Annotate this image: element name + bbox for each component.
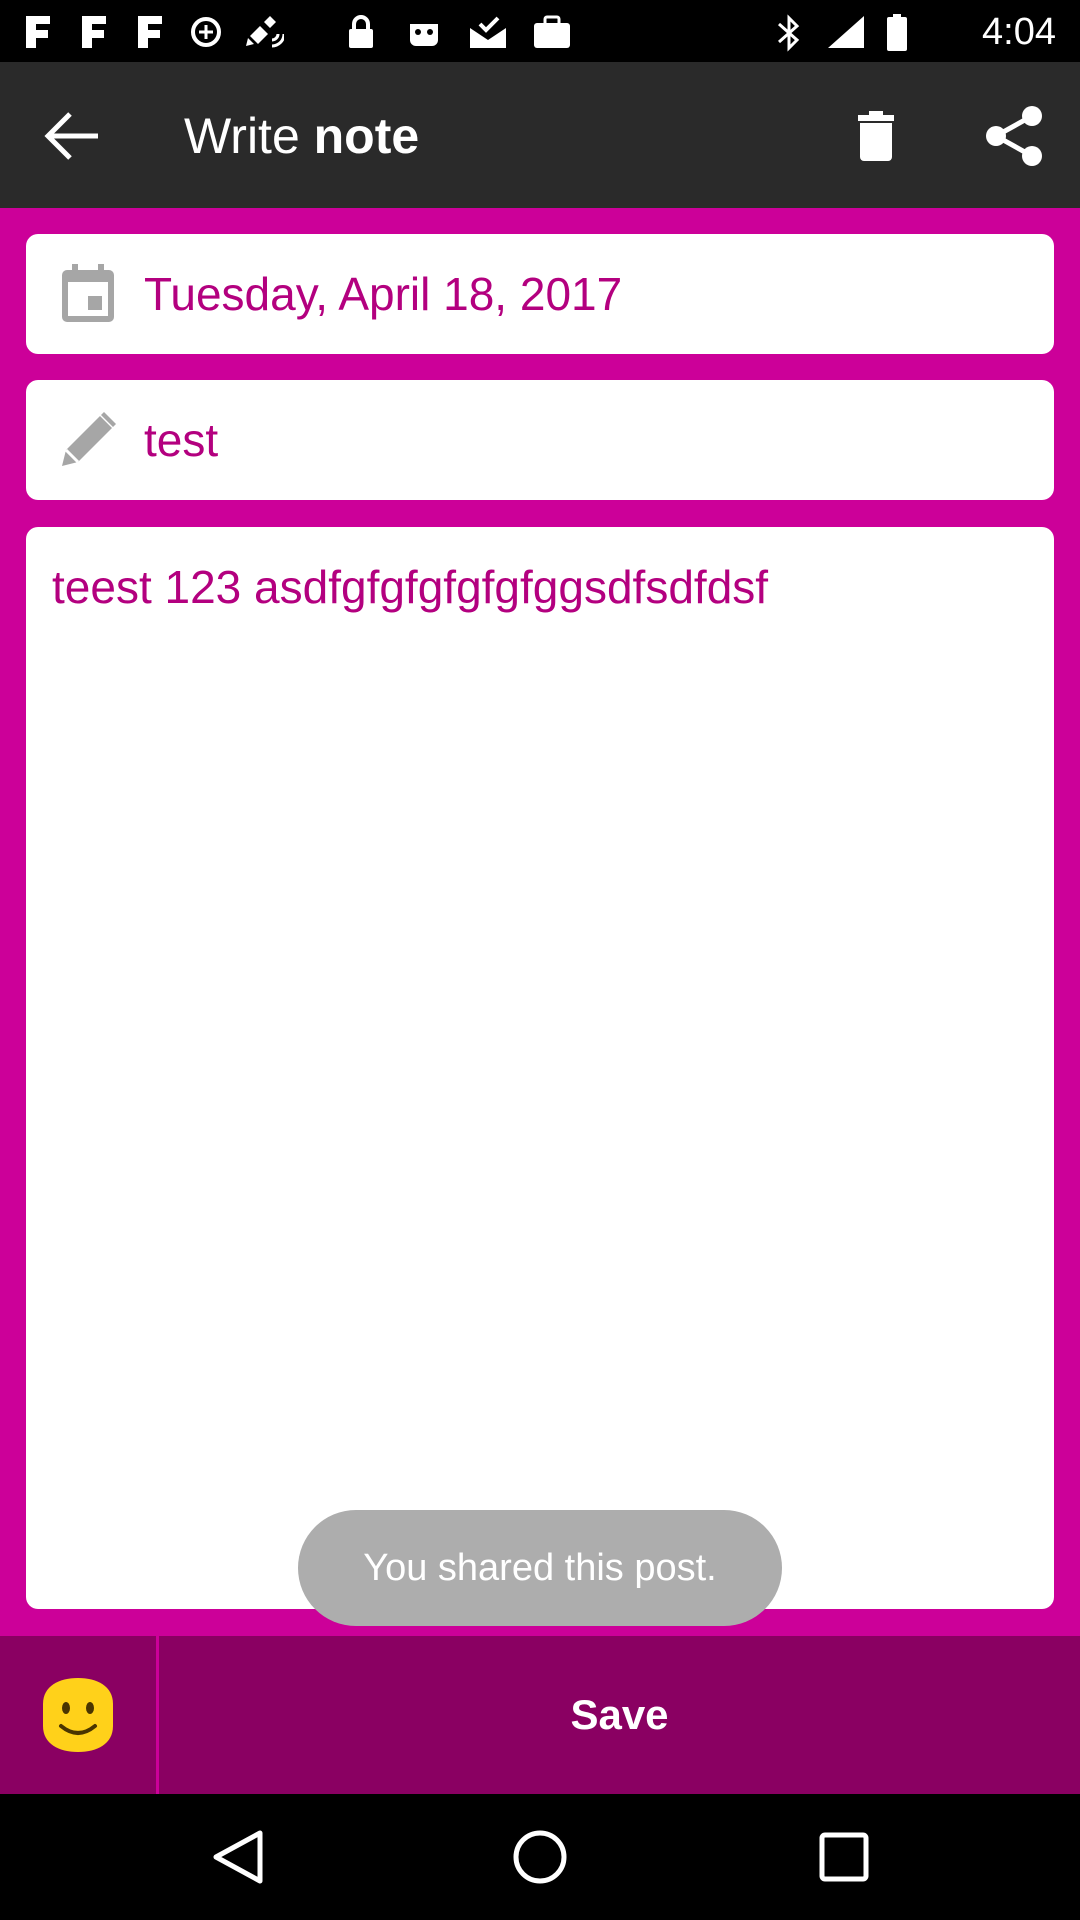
emoji-button[interactable] xyxy=(0,1636,156,1794)
share-button[interactable] xyxy=(978,100,1050,172)
nav-home-button[interactable] xyxy=(502,1819,578,1895)
title-field[interactable]: test xyxy=(26,380,1054,500)
smiley-icon xyxy=(43,1678,113,1752)
status-bar: 4:04 xyxy=(0,0,1080,62)
pencil-icon xyxy=(62,412,116,466)
fake-gps-icon xyxy=(26,16,50,48)
system-nav-bar xyxy=(0,1794,1080,1920)
mail-check-icon xyxy=(470,16,506,48)
share-icon xyxy=(986,106,1042,166)
briefcase-icon xyxy=(534,15,570,48)
fake-gps-icon xyxy=(82,16,106,48)
note-textarea[interactable]: teest 123 asdfgfgfgfgfgfggsdfsdfdsf xyxy=(26,527,1054,1609)
lock-icon xyxy=(349,15,373,48)
page-title-bold: note xyxy=(313,108,420,164)
nav-back-button[interactable] xyxy=(200,1819,276,1895)
data-saver-icon xyxy=(191,17,221,47)
note-content: teest 123 asdfgfgfgfgfgfggsdfsdfdsf xyxy=(52,561,769,613)
app-toolbar: Write note xyxy=(0,62,1080,208)
page-title-regular: Write xyxy=(184,108,314,164)
signal-icon xyxy=(828,16,864,48)
note-form: Tuesday, April 18, 2017 test teest 123 a… xyxy=(0,208,1080,1636)
date-field[interactable]: Tuesday, April 18, 2017 xyxy=(26,234,1054,354)
page-title: Write note xyxy=(184,106,419,166)
status-time: 4:04 xyxy=(982,11,1056,53)
bottom-action-bar: Save xyxy=(0,1636,1080,1794)
calendar-icon xyxy=(62,264,114,322)
toast-message: You shared this post. xyxy=(298,1510,782,1626)
trash-icon xyxy=(858,111,894,161)
recents-square-icon xyxy=(819,1832,869,1882)
title-value: test xyxy=(144,414,219,466)
back-arrow-icon xyxy=(44,112,98,160)
back-triangle-icon xyxy=(213,1830,263,1884)
nav-recents-button[interactable] xyxy=(806,1819,882,1895)
satellite-icon xyxy=(246,16,284,48)
android-icon xyxy=(410,24,438,46)
back-button[interactable] xyxy=(36,100,108,172)
battery-icon xyxy=(887,14,907,51)
bluetooth-icon xyxy=(778,14,800,52)
home-circle-icon xyxy=(513,1830,567,1884)
delete-button[interactable] xyxy=(840,100,912,172)
fake-gps-icon xyxy=(138,16,162,48)
date-value: Tuesday, April 18, 2017 xyxy=(144,268,623,320)
save-button[interactable]: Save xyxy=(159,1636,1080,1794)
